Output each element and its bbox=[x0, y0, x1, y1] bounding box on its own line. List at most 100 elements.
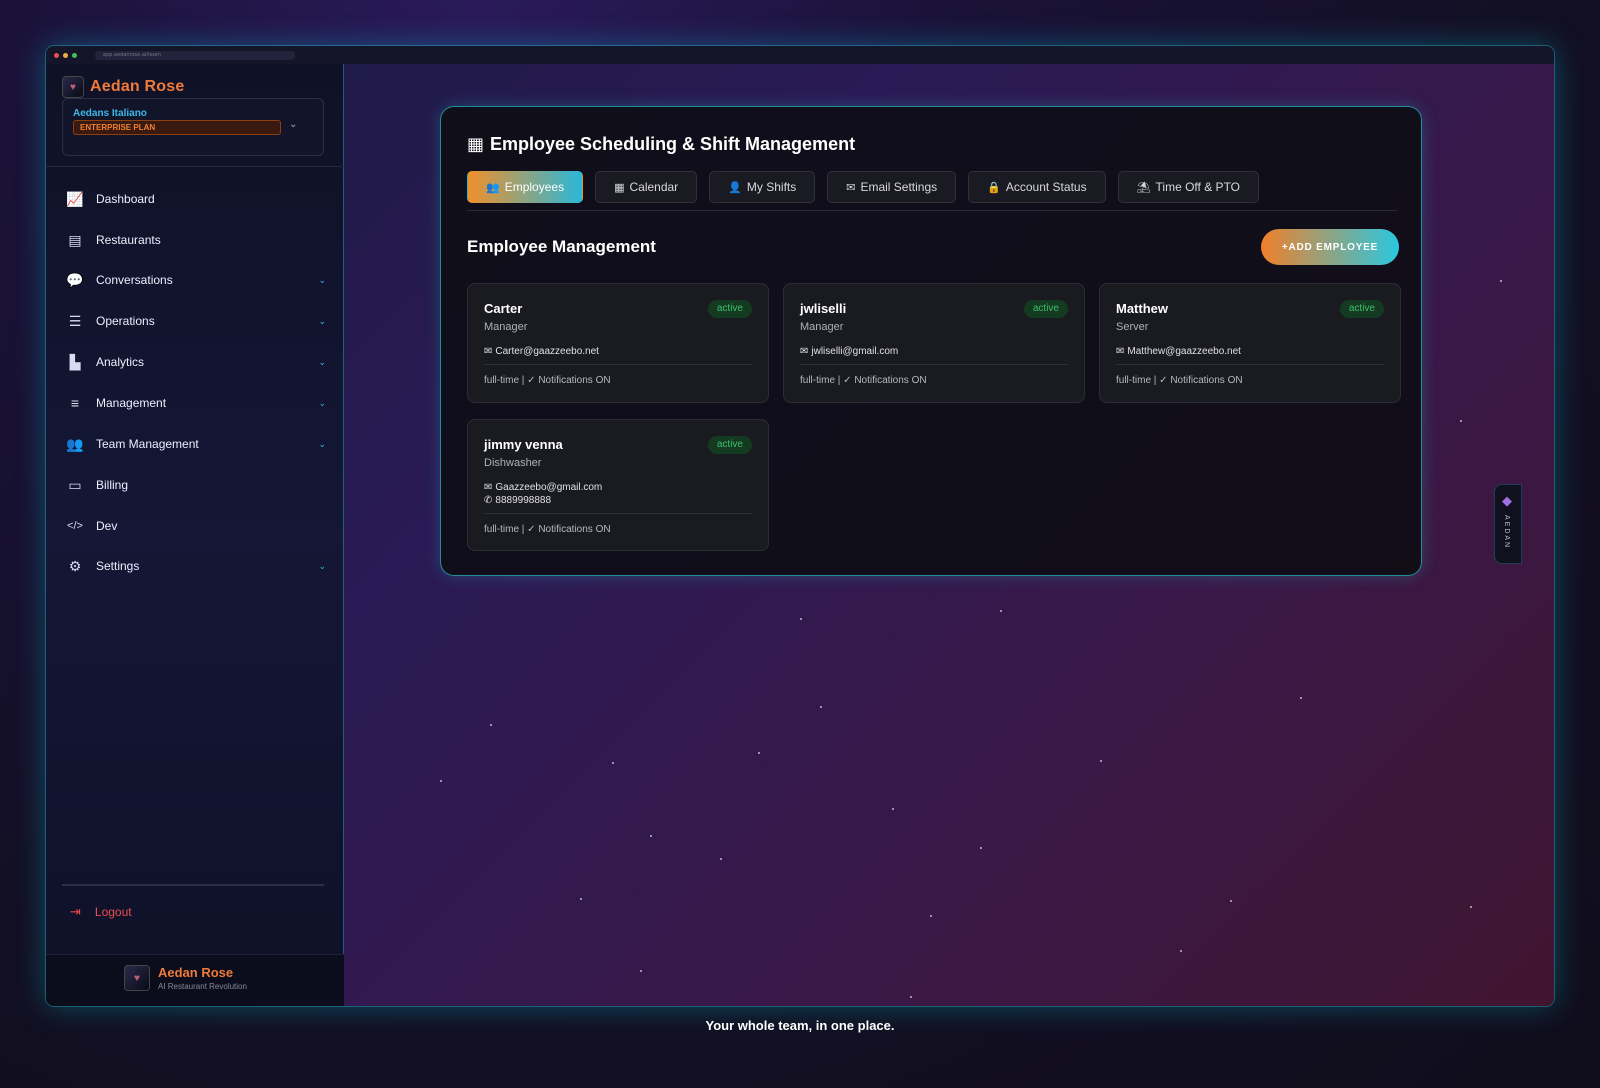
employee-name: jimmy venna bbox=[484, 437, 563, 452]
minimize-dot[interactable] bbox=[63, 52, 68, 58]
divider bbox=[62, 884, 324, 886]
sidebar-item-label: Dev bbox=[96, 519, 118, 533]
employee-phone-text: 8889998888 bbox=[495, 495, 552, 506]
gem-icon: ◆ bbox=[1502, 493, 1512, 508]
chevron-down-icon[interactable]: ⌄ bbox=[318, 439, 326, 450]
status-badge: active bbox=[1339, 300, 1384, 318]
sidebar-item-team-management[interactable]: 👥 Team Management ⌄ bbox=[64, 433, 326, 455]
sidebar-item-label: Management bbox=[96, 396, 167, 410]
star-decoration bbox=[1100, 760, 1102, 762]
star-decoration bbox=[612, 762, 614, 764]
tab-email-settings[interactable]: ✉ Email Settings bbox=[827, 171, 957, 203]
logo-icon: ♥ bbox=[62, 76, 84, 98]
app-window: app.aedanrose.ai/team ♥ Aedan Rose Aedan… bbox=[46, 46, 1554, 1006]
tab-label: Email Settings bbox=[860, 180, 938, 194]
tab-bar: 👥 Employees ▦ Calendar 👤 My Shifts ✉ Email Sett… bbox=[467, 171, 1260, 203]
logo-icon: ♥ bbox=[124, 965, 150, 991]
star-decoration bbox=[930, 915, 932, 917]
calendar-icon: ▦ bbox=[614, 181, 625, 194]
divider bbox=[467, 210, 1397, 211]
tab-time-off-pto[interactable]: ⛱ Time Off & PTO bbox=[1117, 171, 1260, 203]
employee-email: ✉ jwliselli@gmail.com bbox=[800, 346, 898, 357]
star-decoration bbox=[758, 752, 760, 754]
plus-icon: + bbox=[1281, 241, 1289, 253]
aedan-side-tab[interactable]: ◆ AEDAN bbox=[1494, 484, 1522, 564]
status-badge: active bbox=[707, 436, 752, 454]
employee-role: Server bbox=[1116, 321, 1149, 333]
footer-brand: ♥ Aedan Rose AI Restaurant Revolution bbox=[46, 954, 344, 1006]
employee-role: Manager bbox=[800, 321, 844, 333]
database-icon: ≡ bbox=[70, 395, 80, 411]
star-decoration bbox=[820, 706, 822, 708]
employee-meta: full-time | ✓ Notifications ON bbox=[484, 524, 611, 535]
phone-icon: ✆ bbox=[484, 495, 493, 506]
sidebar-item-analytics[interactable]: ▙ Analytics ⌄ bbox=[64, 351, 326, 373]
envelope-icon: ✉ bbox=[846, 181, 856, 194]
sidebar-item-conversations[interactable]: 💬 Conversations ⌄ bbox=[64, 269, 326, 291]
sidebar-item-dashboard[interactable]: 📈 Dashboard bbox=[64, 188, 326, 210]
employee-meta: full-time | ✓ Notifications ON bbox=[800, 375, 927, 386]
star-decoration bbox=[490, 724, 492, 726]
employee-email-text: jwliselli@gmail.com bbox=[811, 346, 899, 357]
star-decoration bbox=[1000, 610, 1002, 612]
umbrella-beach-icon: ⛱ bbox=[1136, 181, 1151, 194]
credit-card-icon: ▭ bbox=[68, 476, 82, 493]
sidebar-item-label: Conversations bbox=[96, 273, 173, 287]
brand[interactable]: ♥ Aedan Rose bbox=[62, 76, 184, 98]
org-selector[interactable]: Aedans Italiano ENTERPRISE PLAN ⌄ bbox=[62, 98, 324, 156]
star-decoration bbox=[640, 970, 642, 972]
side-tab-label: AEDAN bbox=[1503, 515, 1510, 550]
chevron-down-icon[interactable]: ⌄ bbox=[318, 316, 326, 327]
star-decoration bbox=[580, 898, 582, 900]
employee-card[interactable]: Carter Manager active ✉ Carter@gaazzeebo.net… bbox=[467, 283, 769, 403]
employee-card[interactable]: jwliselli Manager active ✉ jwliselli@gmail.c… bbox=[783, 283, 1085, 403]
star-decoration bbox=[1500, 280, 1502, 282]
employee-meta: full-time | ✓ Notifications ON bbox=[484, 375, 611, 386]
sidebar-item-restaurants[interactable]: ▤ Restaurants bbox=[64, 229, 326, 251]
employee-name: Carter bbox=[484, 301, 523, 316]
sidebar-item-management[interactable]: ≡ Management ⌄ bbox=[64, 392, 326, 414]
chevron-down-icon[interactable]: ⌄ bbox=[289, 119, 297, 130]
code-icon: </> bbox=[67, 520, 83, 532]
logout-label: Logout bbox=[94, 905, 132, 919]
close-dot[interactable] bbox=[54, 52, 59, 58]
sidebar-item-billing[interactable]: ▭ Billing bbox=[64, 474, 326, 496]
employee-role: Manager bbox=[484, 321, 528, 333]
divider bbox=[484, 513, 752, 514]
brand-name: Aedan Rose bbox=[90, 78, 185, 95]
sidebar-item-dev[interactable]: </> Dev bbox=[64, 515, 326, 537]
chevron-down-icon[interactable]: ⌄ bbox=[318, 275, 326, 286]
logout-button[interactable]: ⇥ Logout bbox=[70, 904, 132, 920]
sidebar-item-settings[interactable]: ⚙ Settings ⌄ bbox=[64, 555, 326, 577]
envelope-icon: ✉ bbox=[800, 346, 809, 357]
sidebar: ♥ Aedan Rose Aedans Italiano ENTERPRISE … bbox=[46, 64, 344, 1006]
tab-calendar[interactable]: ▦ Calendar bbox=[595, 171, 698, 203]
sidebar-item-operations[interactable]: ☰ Operations ⌄ bbox=[64, 310, 326, 332]
scheduling-panel: ▦ Employee Scheduling & Shift Management… bbox=[440, 106, 1422, 576]
tab-my-shifts[interactable]: 👤 My Shifts bbox=[709, 171, 816, 203]
footer-brand-name: Aedan Rose bbox=[158, 965, 234, 980]
star-decoration bbox=[720, 858, 722, 860]
chevron-down-icon[interactable]: ⌄ bbox=[318, 357, 326, 368]
url-bar[interactable]: app.aedanrose.ai/team bbox=[95, 50, 295, 60]
sidebar-item-label: Settings bbox=[96, 559, 140, 573]
plan-badge: ENTERPRISE PLAN bbox=[73, 120, 281, 135]
employee-email-text: Matthew@gaazzeebo.net bbox=[1127, 346, 1241, 357]
chevron-down-icon[interactable]: ⌄ bbox=[318, 398, 326, 409]
status-badge: active bbox=[707, 300, 752, 318]
add-employee-button[interactable]: + ADD EMPLOYEE bbox=[1261, 229, 1399, 265]
employee-email-text: Carter@gaazzeebo.net bbox=[495, 346, 599, 357]
employee-email: ✉ Gaazzeebo@gmail.com bbox=[484, 482, 602, 493]
employee-card[interactable]: Matthew Server active ✉ Matthew@gaazzeebo.ne… bbox=[1099, 283, 1401, 403]
star-decoration bbox=[910, 996, 912, 998]
maximize-dot[interactable] bbox=[72, 52, 77, 58]
employee-phone: ✆ 8889998888 bbox=[484, 495, 551, 506]
employee-card[interactable]: jimmy venna Dishwasher active ✉ Gaazzeebo@gm… bbox=[467, 419, 769, 551]
star-decoration bbox=[800, 618, 802, 620]
divider bbox=[484, 364, 752, 365]
employee-email: ✉ Carter@gaazzeebo.net bbox=[484, 346, 599, 357]
envelope-icon: ✉ bbox=[484, 482, 493, 493]
tab-employees[interactable]: 👥 Employees bbox=[467, 171, 584, 203]
tab-account-status[interactable]: 🔒 Account Status bbox=[968, 171, 1106, 203]
chevron-down-icon[interactable]: ⌄ bbox=[318, 561, 326, 572]
